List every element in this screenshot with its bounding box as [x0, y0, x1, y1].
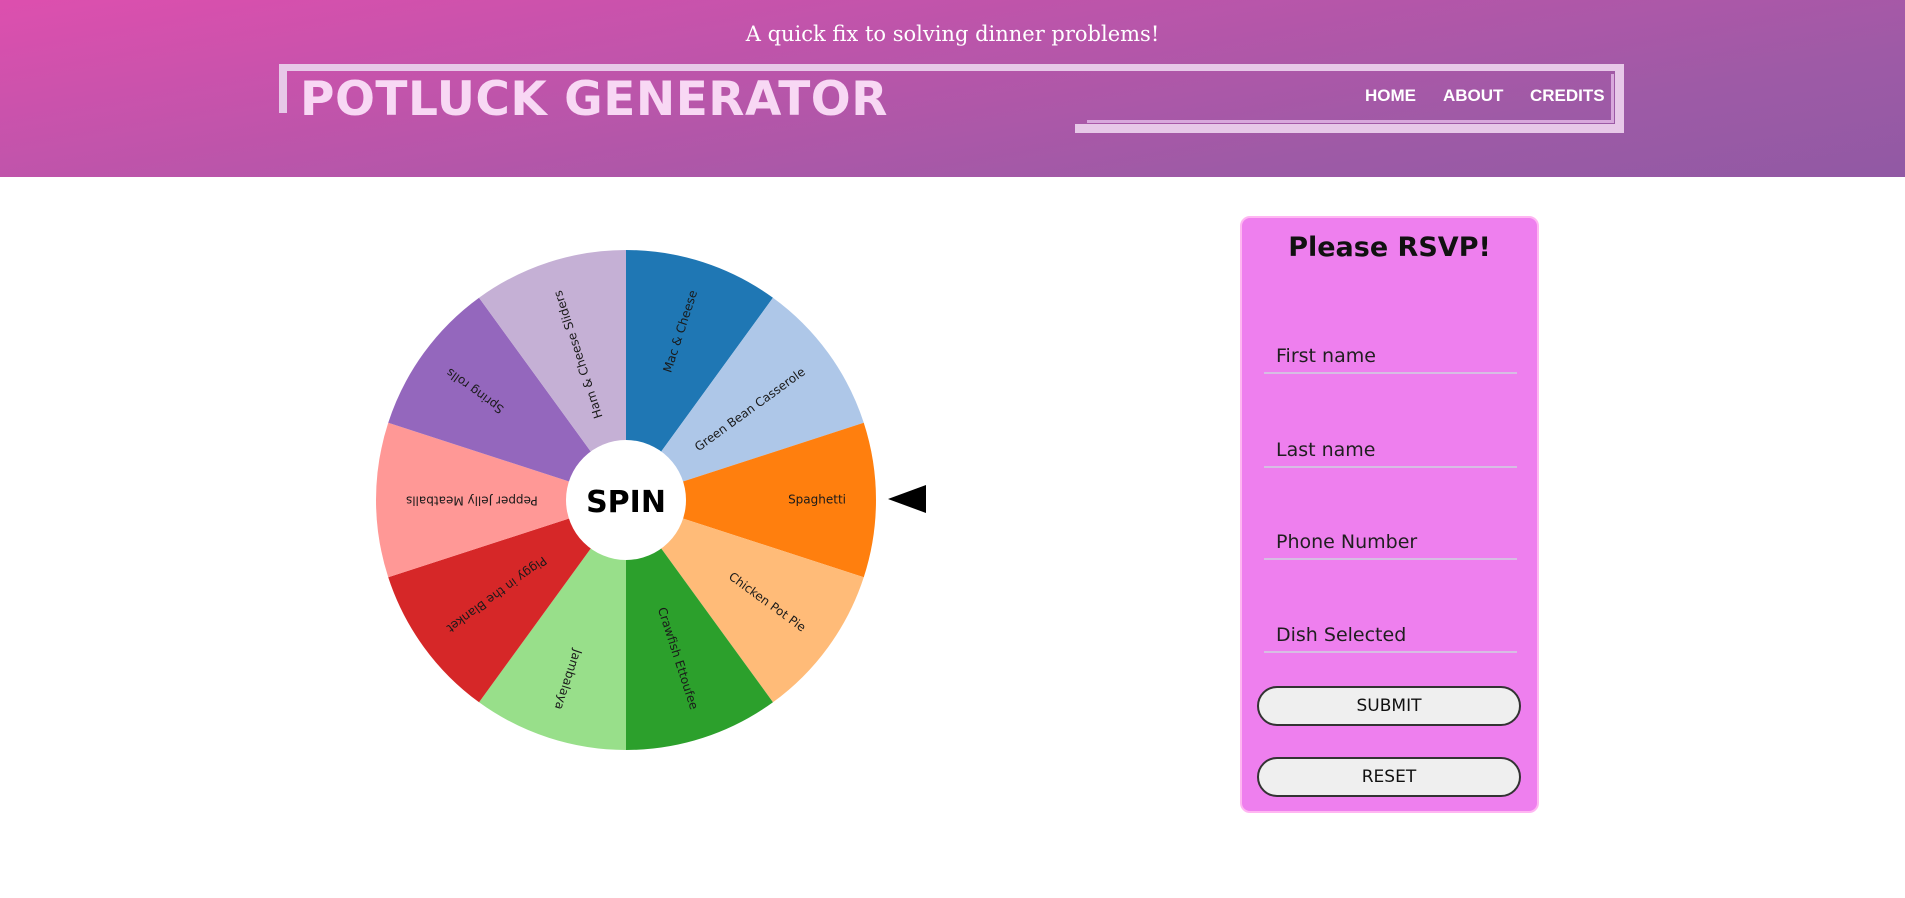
last-name-field[interactable] [1264, 434, 1517, 468]
rsvp-form: Please RSVP! SUBMIT RESET [1240, 216, 1539, 813]
wheel-slice-label: Pepper Jelly Meatballs [406, 494, 538, 508]
dish-selected-field[interactable] [1264, 619, 1517, 653]
first-name-field[interactable] [1264, 340, 1517, 374]
spin-button-label[interactable]: SPIN [586, 485, 666, 520]
spin-wheel[interactable]: Mac & CheeseGreen Bean CasseroleSpaghett… [0, 0, 1905, 898]
wheel-slice-label: Spaghetti [788, 493, 846, 507]
submit-button[interactable]: SUBMIT [1257, 686, 1521, 726]
wheel-pointer-icon [888, 485, 926, 513]
rsvp-title: Please RSVP! [1288, 232, 1491, 263]
reset-button[interactable]: RESET [1257, 757, 1521, 797]
phone-number-field[interactable] [1264, 526, 1517, 560]
